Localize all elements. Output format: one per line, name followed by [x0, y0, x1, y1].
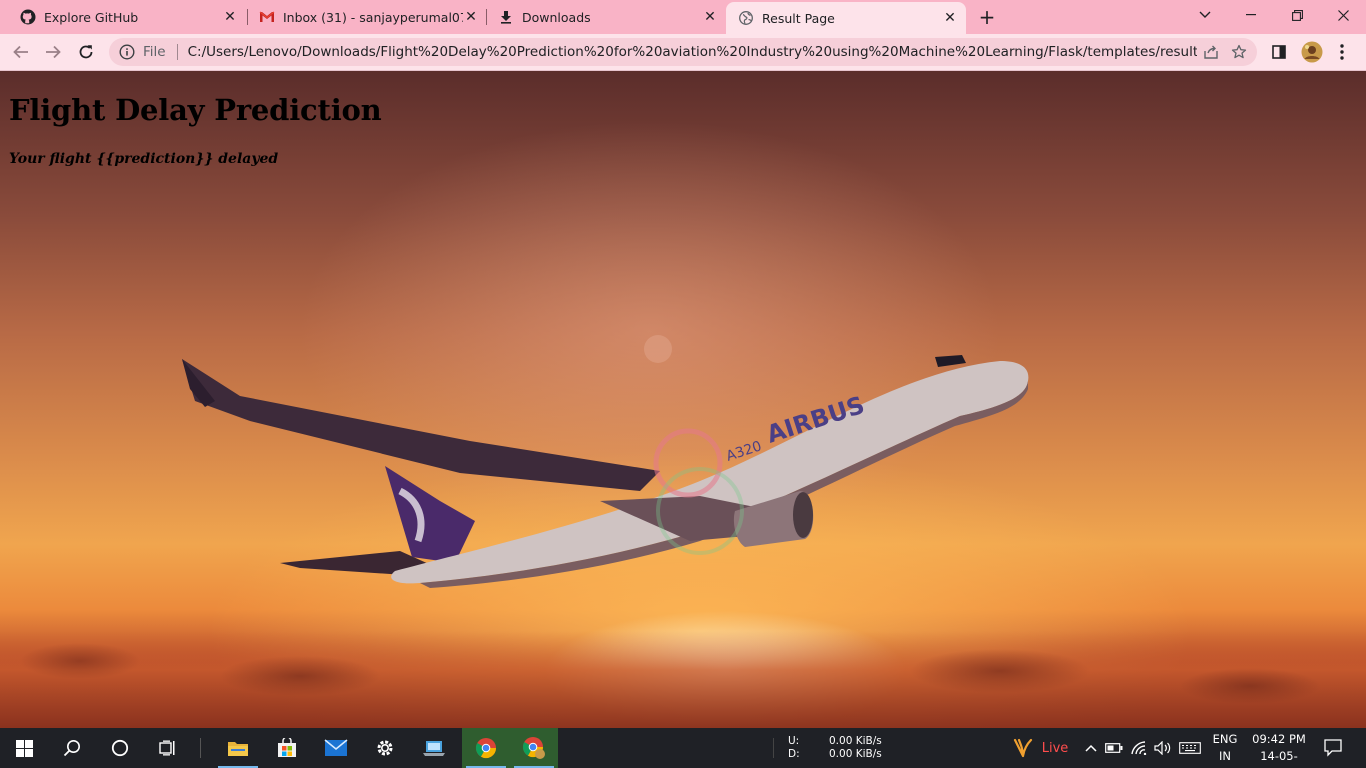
download-speed: 0.00 KiB/s: [829, 748, 882, 760]
tab-strip: Explore GitHub ✕ Inbox (31) - sanjayperu…: [0, 0, 1366, 34]
bookmark-star-icon[interactable]: [1225, 38, 1253, 66]
microsoft-store-icon[interactable]: [263, 728, 311, 768]
laptop-app-icon[interactable]: [410, 728, 458, 768]
upload-speed: 0.00 KiB/s: [829, 735, 882, 747]
taskbar-divider: [773, 738, 774, 758]
tab-result-page[interactable]: Result Page ✕: [726, 2, 966, 34]
github-icon: [20, 9, 36, 25]
download-label: D:: [788, 748, 800, 760]
tab-explore-github[interactable]: Explore GitHub ✕: [0, 0, 246, 34]
battery-icon[interactable]: [1103, 728, 1125, 768]
windows-taskbar: U: D: 0.00 KiB/s 0.00 KiB/s Live ENG IN …: [0, 728, 1366, 768]
network-speed-values: 0.00 KiB/s 0.00 KiB/s: [829, 735, 882, 761]
tab-title: Inbox (31) - sanjayperumal079@: [283, 9, 463, 25]
task-view-icon[interactable]: [144, 728, 192, 768]
new-tab-button[interactable]: +: [976, 5, 998, 29]
show-hidden-icons-chevron-icon[interactable]: [1080, 728, 1102, 768]
page-background: AIRBUS A320 Flight Delay Prediction Your…: [0, 71, 1366, 728]
tab-downloads[interactable]: Downloads ✕: [478, 0, 726, 34]
restore-button[interactable]: [1274, 0, 1320, 30]
forward-button[interactable]: [39, 38, 67, 66]
network-speed-labels: U: D:: [788, 735, 800, 761]
tab-title: Downloads: [522, 9, 591, 25]
close-tab-icon[interactable]: ✕: [463, 9, 479, 25]
tab-search-chevron-icon[interactable]: [1182, 0, 1228, 30]
region-code: IN: [1219, 749, 1231, 763]
address-bar[interactable]: File C:/Users/Lenovo/Downloads/Flight%20…: [109, 38, 1257, 66]
info-icon[interactable]: [119, 44, 135, 60]
tab-gmail-inbox[interactable]: Inbox (31) - sanjayperumal079@ ✕: [239, 0, 487, 34]
close-tab-icon[interactable]: ✕: [222, 9, 238, 25]
reload-button[interactable]: [72, 38, 100, 66]
back-button[interactable]: [7, 38, 35, 66]
profile-avatar[interactable]: [1298, 38, 1326, 66]
upload-label: U:: [788, 735, 800, 747]
clock-time: 09:42 PM: [1252, 732, 1306, 746]
volume-icon[interactable]: [1151, 728, 1175, 768]
airplane-image: AIRBUS A320: [182, 335, 1029, 588]
page-title: Flight Delay Prediction: [9, 93, 382, 127]
wifi-icon[interactable]: [1128, 728, 1152, 768]
close-tab-icon[interactable]: ✕: [942, 10, 958, 26]
language-code: ENG: [1212, 732, 1238, 746]
kebab-menu-icon[interactable]: [1328, 38, 1356, 66]
live-label[interactable]: Live: [1040, 728, 1070, 768]
cortana-icon[interactable]: [96, 728, 144, 768]
system-clock[interactable]: 09:42 PM 14-05-2023: [1246, 731, 1312, 768]
input-language-indicator[interactable]: ENG IN: [1208, 731, 1242, 765]
side-panel-icon[interactable]: [1265, 38, 1293, 66]
browser-toolbar: File C:/Users/Lenovo/Downloads/Flight%20…: [0, 34, 1366, 71]
gmail-icon: [259, 9, 275, 25]
tab-title: Explore GitHub: [44, 9, 139, 25]
download-icon: [498, 9, 514, 25]
clock-date: 14-05-2023: [1260, 749, 1298, 768]
scheme-label: File: [143, 44, 166, 60]
mail-icon[interactable]: [312, 728, 360, 768]
live-app-icon[interactable]: [1008, 728, 1038, 768]
close-tab-icon[interactable]: ✕: [702, 9, 718, 25]
windows-start-icon[interactable]: [0, 728, 48, 768]
settings-gear-icon[interactable]: [361, 728, 409, 768]
globe-icon: [738, 10, 754, 26]
share-icon[interactable]: [1197, 38, 1225, 66]
url-text[interactable]: C:/Users/Lenovo/Downloads/Flight%20Delay…: [188, 44, 1197, 60]
chrome-profile-icon[interactable]: [510, 728, 558, 768]
close-window-button[interactable]: [1320, 0, 1366, 30]
chrome-icon[interactable]: [462, 728, 510, 768]
search-icon[interactable]: [48, 728, 96, 768]
notifications-icon[interactable]: [1320, 728, 1346, 768]
minimize-button[interactable]: [1228, 0, 1274, 30]
touch-keyboard-icon[interactable]: [1176, 728, 1204, 768]
omnibox-divider: [176, 44, 178, 60]
taskbar-divider: [200, 738, 201, 758]
tab-title: Result Page: [762, 10, 835, 26]
prediction-message: Your flight {{prediction}} delayed: [9, 151, 279, 167]
file-explorer-icon[interactable]: [214, 728, 262, 768]
